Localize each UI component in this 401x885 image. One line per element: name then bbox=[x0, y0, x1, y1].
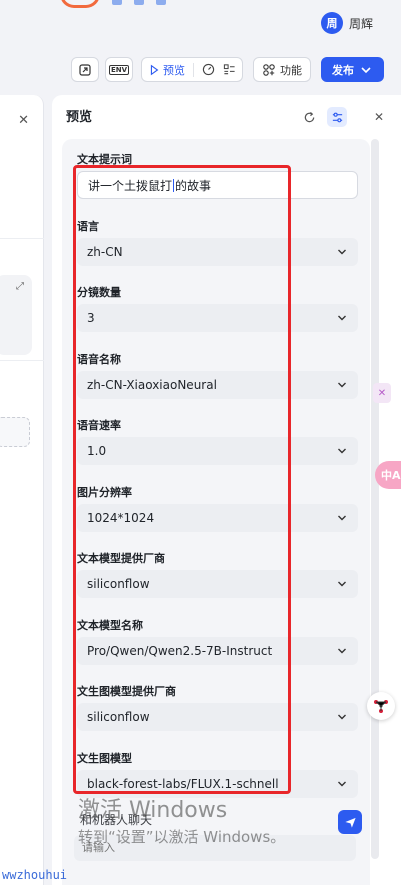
function-label: 功能 bbox=[280, 63, 302, 77]
field-value: 1.0 bbox=[87, 444, 107, 458]
field-value: Pro/Qwen/Qwen2.5-7B-Instruct bbox=[87, 643, 273, 658]
divider bbox=[0, 360, 44, 361]
send-icon bbox=[344, 817, 356, 828]
input-form: 文本提示词讲一个土拨鼠打 的故事语言 zh-CN 分镜数量 3 语音名称 zh-CN-Xia… bbox=[62, 139, 370, 885]
preview-group: 预览 bbox=[141, 57, 243, 82]
field-value: zh-CN-XiaoxiaoNeural bbox=[87, 377, 217, 392]
expand-icon[interactable]: ⤢ bbox=[16, 281, 24, 292]
chevron-down-icon bbox=[338, 714, 346, 720]
header-dot bbox=[112, 0, 122, 5]
field-label: 文本提示词 bbox=[77, 153, 132, 166]
field-value: siliconflow bbox=[87, 577, 150, 591]
header-dot bbox=[156, 0, 166, 5]
field-value: 3 bbox=[87, 311, 95, 325]
text-cursor bbox=[173, 178, 175, 192]
env-label: ENV bbox=[108, 64, 130, 75]
preview-button[interactable]: 预览 bbox=[148, 62, 185, 78]
settings-toggle-button[interactable] bbox=[327, 107, 347, 127]
select-field[interactable]: black-forest-labs/FLUX.1-schnell bbox=[77, 769, 358, 798]
select-field[interactable]: zh-CN bbox=[77, 237, 358, 266]
preview-label: 预览 bbox=[163, 63, 185, 77]
chevron-down-icon bbox=[338, 249, 346, 254]
field-value: black-forest-labs/FLUX.1-schnell bbox=[87, 776, 279, 791]
avatar: 周 bbox=[320, 12, 343, 34]
chat-input[interactable] bbox=[74, 835, 356, 861]
field-value: 讲一个土拨鼠打 bbox=[88, 178, 173, 193]
chevron-down-icon bbox=[338, 315, 346, 321]
panel-header-actions: ✕ bbox=[299, 107, 389, 127]
divider bbox=[0, 238, 44, 239]
translate-float-label: 中A bbox=[381, 469, 401, 482]
network-widget-icon[interactable] bbox=[367, 692, 395, 720]
chat-label: 和机器人聊天 bbox=[80, 813, 153, 827]
send-button[interactable] bbox=[338, 810, 362, 834]
top-header-strip bbox=[60, 0, 390, 8]
chevron-down-icon bbox=[338, 448, 346, 454]
close-panel-button[interactable]: ✕ bbox=[369, 107, 389, 127]
chevron-down-icon bbox=[361, 66, 371, 73]
apps-icon bbox=[263, 63, 275, 76]
list-icon bbox=[223, 64, 235, 75]
user-name: 周辉 bbox=[348, 16, 373, 31]
debug-button[interactable] bbox=[202, 63, 215, 76]
preview-panel: 预览 ✕ 文本提示词讲一个土拨鼠打 的故事语言 zh-CN 分镜数量 3 语音名称 zh-C… bbox=[52, 95, 401, 885]
field-label: 文生图模型提供厂商 bbox=[77, 685, 176, 698]
chevron-down-icon bbox=[338, 515, 346, 520]
field-value: zh-CN bbox=[87, 244, 123, 259]
field-label: 语音速率 bbox=[77, 419, 121, 432]
field-value: siliconflow bbox=[87, 710, 150, 724]
divider bbox=[193, 62, 194, 77]
env-button[interactable]: ENV bbox=[105, 57, 133, 82]
select-field[interactable]: Pro/Qwen/Qwen2.5-7B-Instruct bbox=[77, 636, 358, 665]
gauge-icon bbox=[202, 63, 215, 76]
select-field[interactable]: 1.0 bbox=[77, 437, 358, 465]
chat-area: 和机器人聊天 bbox=[66, 801, 374, 871]
field-value-after-cursor: 的故事 bbox=[175, 178, 212, 193]
play-icon bbox=[150, 64, 159, 75]
chevron-down-icon bbox=[338, 781, 346, 786]
dashed-placeholder[interactable] bbox=[0, 417, 30, 447]
site-watermark: wwzhouhui bbox=[2, 868, 68, 882]
panel-title: 预览 bbox=[66, 110, 93, 125]
publish-label: 发布 bbox=[332, 63, 354, 77]
exit-icon bbox=[79, 63, 91, 76]
brand-shape bbox=[60, 0, 100, 8]
exit-icon-button[interactable] bbox=[71, 57, 99, 82]
variables-button[interactable] bbox=[223, 63, 236, 76]
field-label: 文本模型名称 bbox=[77, 618, 143, 632]
field-label: 文生图模型 bbox=[77, 751, 132, 765]
field-label: 图片分辨率 bbox=[77, 485, 132, 499]
select-field[interactable]: siliconflow bbox=[77, 570, 358, 598]
refresh-button[interactable] bbox=[299, 107, 319, 127]
close-icon[interactable]: ✕ bbox=[18, 113, 29, 128]
user-menu[interactable]: 周 周辉 bbox=[320, 12, 373, 34]
toolbar: ENV 预览 功能 发布 bbox=[71, 57, 384, 82]
function-button[interactable]: 功能 bbox=[253, 57, 311, 82]
select-field[interactable]: siliconflow bbox=[77, 703, 358, 731]
prompt-text-input[interactable]: 讲一个土拨鼠打 的故事 bbox=[77, 171, 358, 199]
chevron-down-icon bbox=[338, 648, 346, 653]
publish-button[interactable]: 发布 bbox=[321, 57, 384, 82]
left-panel: ✕ ⤢ bbox=[0, 95, 44, 885]
translate-float-button[interactable]: 中A bbox=[375, 461, 401, 489]
field-label: 分镜数量 bbox=[77, 286, 121, 299]
sliders-icon bbox=[332, 112, 342, 122]
field-label: 语言 bbox=[77, 219, 99, 233]
field-label: 文本模型提供厂商 bbox=[77, 552, 165, 565]
select-field[interactable]: zh-CN-XiaoxiaoNeural bbox=[77, 370, 358, 399]
translate-widget-icon[interactable]: ✕ bbox=[373, 383, 391, 403]
scrollbar[interactable] bbox=[371, 139, 379, 859]
chevron-down-icon bbox=[338, 581, 346, 587]
header-dot bbox=[134, 0, 144, 5]
select-field[interactable]: 1024*1024 bbox=[77, 503, 358, 532]
node-card[interactable]: ⤢ bbox=[0, 275, 32, 355]
chevron-down-icon bbox=[338, 382, 346, 387]
select-field[interactable]: 3 bbox=[77, 304, 358, 332]
refresh-icon bbox=[304, 111, 314, 122]
field-label: 语音名称 bbox=[77, 352, 121, 366]
field-value: 1024*1024 bbox=[87, 510, 155, 525]
close-icon: ✕ bbox=[373, 110, 385, 124]
